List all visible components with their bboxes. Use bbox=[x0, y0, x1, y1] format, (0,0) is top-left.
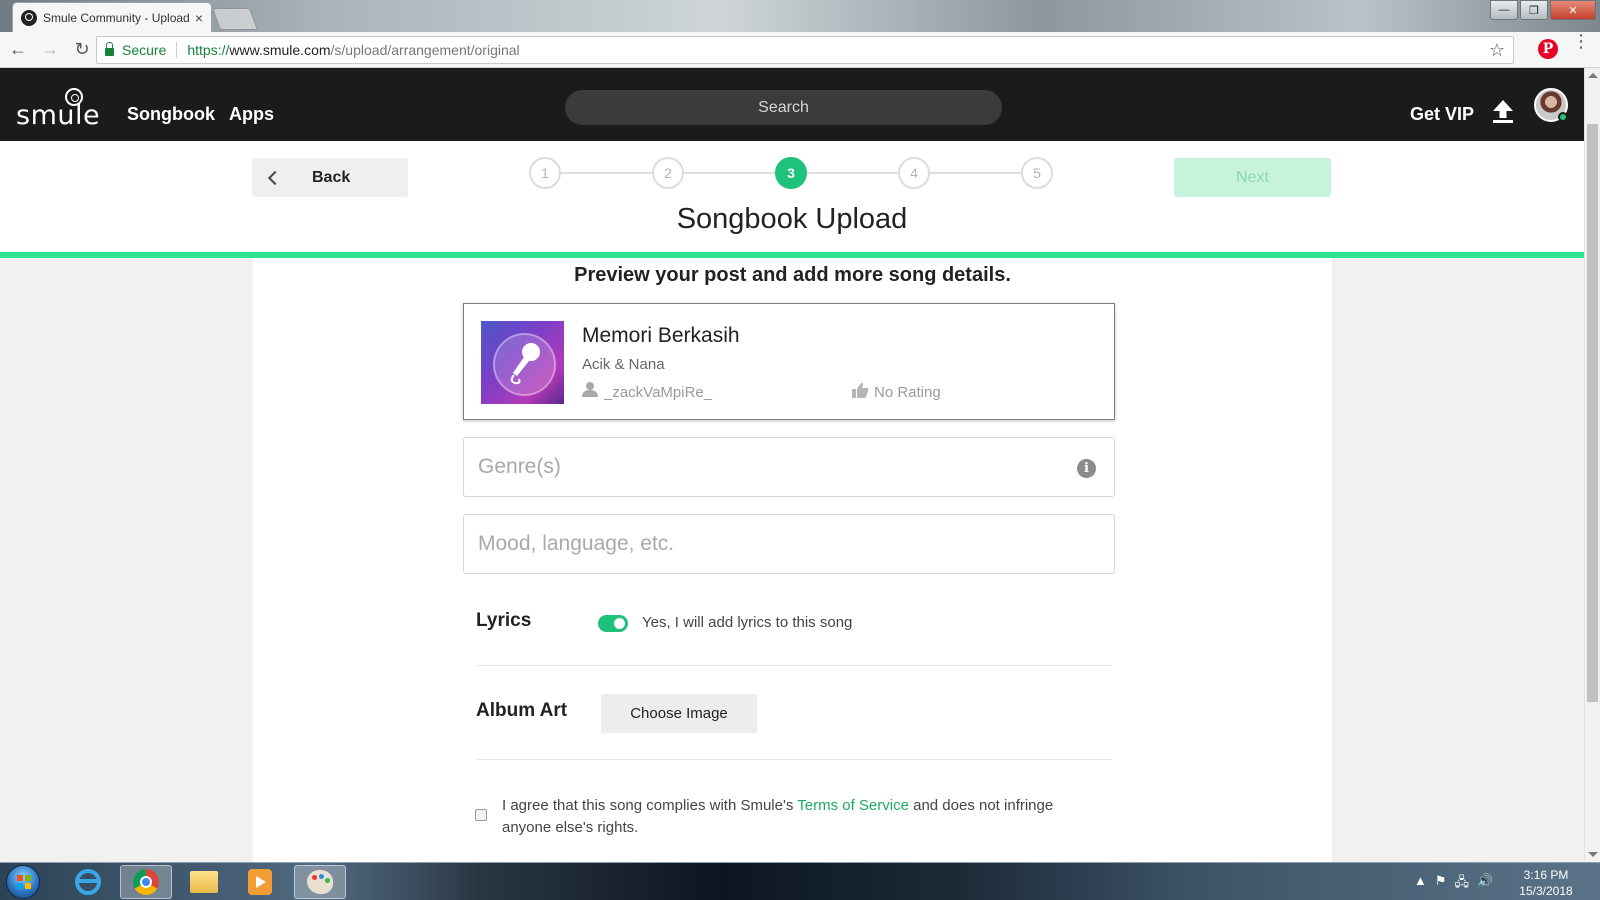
step-3-active: 3 bbox=[775, 157, 807, 189]
nav-songbook[interactable]: Songbook bbox=[127, 104, 215, 125]
search-input[interactable] bbox=[565, 90, 1002, 125]
upload-stepper: Back 1 2 3 4 5 Next Songbook Upload bbox=[0, 141, 1584, 253]
taskbar-media-player[interactable] bbox=[234, 865, 286, 899]
pinterest-extension-icon[interactable]: P bbox=[1538, 39, 1558, 59]
step-1: 1 bbox=[529, 157, 561, 189]
nav-apps[interactable]: Apps bbox=[229, 104, 274, 125]
online-status-dot bbox=[1558, 112, 1568, 122]
section-divider bbox=[476, 665, 1112, 666]
show-hidden-icons-icon[interactable]: ▲ bbox=[1414, 873, 1427, 895]
next-button[interactable]: Next bbox=[1174, 158, 1331, 197]
upload-icon[interactable] bbox=[1492, 100, 1514, 124]
bookmark-star-icon[interactable]: ☆ bbox=[1489, 40, 1505, 61]
minimize-button[interactable]: — bbox=[1490, 0, 1518, 20]
internet-explorer-icon bbox=[75, 869, 101, 895]
secure-label: Secure bbox=[122, 42, 167, 58]
step-2: 2 bbox=[652, 157, 684, 189]
song-artist: Acik & Nana bbox=[582, 356, 665, 373]
window-controls: — ❐ ✕ bbox=[1490, 0, 1596, 20]
start-button[interactable] bbox=[6, 865, 40, 899]
step-5: 5 bbox=[1021, 157, 1053, 189]
step-4: 4 bbox=[898, 157, 930, 189]
page-scrollbar[interactable] bbox=[1584, 68, 1600, 862]
lyrics-label: Lyrics bbox=[476, 610, 532, 631]
close-window-button[interactable]: ✕ bbox=[1550, 0, 1596, 20]
windows-taskbar: ▲ ⚑ 🖧 🔊 3:16 PM 15/3/2018 bbox=[0, 862, 1600, 900]
terms-checkbox[interactable] bbox=[475, 809, 487, 821]
get-vip-link[interactable]: Get VIP bbox=[1410, 104, 1474, 125]
scroll-up-arrow-icon[interactable] bbox=[1588, 73, 1598, 78]
url-host: www.smule.com bbox=[229, 42, 331, 58]
choose-image-button[interactable]: Choose Image bbox=[601, 694, 757, 733]
song-cover-art bbox=[481, 321, 564, 404]
browser-toolbar: ← → ↻ Secure https://www.smule.com/s/upl… bbox=[0, 32, 1600, 68]
toggle-knob bbox=[614, 618, 625, 629]
info-icon[interactable]: i bbox=[1077, 459, 1096, 478]
forward-arrow-icon[interactable]: → bbox=[36, 36, 64, 64]
microphone-icon bbox=[510, 343, 540, 385]
genre-input[interactable] bbox=[463, 437, 1115, 497]
thumbs-up-icon bbox=[852, 382, 869, 398]
url-scheme: https:// bbox=[187, 42, 230, 58]
song-title: Memori Berkasih bbox=[582, 324, 740, 347]
url-path: /s/upload/arrangement/original bbox=[330, 42, 520, 58]
back-button-label: Back bbox=[312, 168, 351, 186]
taskbar-chrome[interactable] bbox=[120, 865, 172, 899]
browser-menu-icon[interactable]: ⋮ bbox=[1572, 32, 1590, 50]
system-tray: ▲ ⚑ 🖧 🔊 bbox=[1414, 873, 1493, 895]
volume-icon[interactable]: 🔊 bbox=[1477, 873, 1493, 895]
terms-text: I agree that this song complies with Smu… bbox=[502, 795, 1062, 839]
media-player-icon bbox=[248, 869, 272, 895]
taskbar-clock[interactable]: 3:16 PM 15/3/2018 bbox=[1512, 867, 1580, 899]
logo-text: smule bbox=[16, 100, 101, 131]
chevron-left-icon bbox=[267, 170, 283, 185]
scrollbar-thumb[interactable] bbox=[1587, 124, 1598, 702]
scroll-down-arrow-icon[interactable] bbox=[1588, 852, 1598, 857]
mood-language-input[interactable] bbox=[463, 514, 1115, 574]
song-rating: No Rating bbox=[874, 384, 941, 401]
tab-title: Smule Community - Upload bbox=[43, 10, 190, 25]
song-preview-card: Memori Berkasih Acik & Nana _zackVaMpiRe… bbox=[463, 303, 1115, 420]
maximize-button[interactable]: ❐ bbox=[1520, 0, 1548, 20]
taskbar-file-explorer[interactable] bbox=[178, 865, 230, 899]
back-arrow-icon[interactable]: ← bbox=[4, 36, 32, 64]
browser-tab[interactable]: Smule Community - Upload × bbox=[12, 2, 212, 32]
address-bar[interactable]: Secure https://www.smule.com/s/upload/ar… bbox=[96, 36, 1514, 64]
section-divider bbox=[476, 759, 1112, 760]
lyrics-toggle[interactable] bbox=[598, 615, 628, 632]
folder-icon bbox=[190, 871, 218, 893]
lock-icon bbox=[105, 42, 114, 56]
smule-favicon-icon bbox=[21, 9, 37, 26]
windows-logo-icon bbox=[17, 875, 31, 889]
network-icon[interactable]: 🖧 bbox=[1455, 873, 1470, 895]
lyrics-toggle-text: Yes, I will add lyrics to this song bbox=[642, 614, 853, 631]
terms-of-service-link[interactable]: Terms of Service bbox=[797, 797, 909, 814]
browser-tabstrip: Smule Community - Upload × — ❐ ✕ bbox=[0, 0, 1600, 32]
chrome-icon bbox=[133, 869, 159, 895]
omnibox-separator bbox=[176, 42, 178, 58]
back-button[interactable]: Back bbox=[252, 158, 408, 197]
smule-logo[interactable]: smule bbox=[16, 84, 100, 131]
paint-icon bbox=[307, 870, 333, 894]
action-center-flag-icon[interactable]: ⚑ bbox=[1435, 873, 1447, 895]
song-uploader: _zackVaMpiRe_ bbox=[604, 384, 713, 401]
upload-form: Preview your post and add more song deta… bbox=[253, 258, 1332, 862]
clock-date: 15/3/2018 bbox=[1519, 884, 1573, 898]
clock-time: 3:16 PM bbox=[1523, 868, 1569, 882]
person-icon bbox=[582, 382, 598, 397]
page-title: Songbook Upload bbox=[676, 203, 908, 235]
album-art-label: Album Art bbox=[476, 700, 568, 721]
reload-icon[interactable]: ↻ bbox=[68, 36, 96, 64]
site-header: smule Songbook Apps Get VIP bbox=[0, 68, 1584, 141]
tab-close-icon[interactable]: × bbox=[195, 10, 203, 26]
taskbar-internet-explorer[interactable] bbox=[62, 865, 114, 899]
taskbar-paint[interactable] bbox=[294, 865, 346, 899]
terms-prefix: I agree that this song complies with Smu… bbox=[502, 797, 798, 814]
form-subtitle: Preview your post and add more song deta… bbox=[574, 264, 1011, 286]
new-tab-button[interactable] bbox=[211, 8, 259, 30]
